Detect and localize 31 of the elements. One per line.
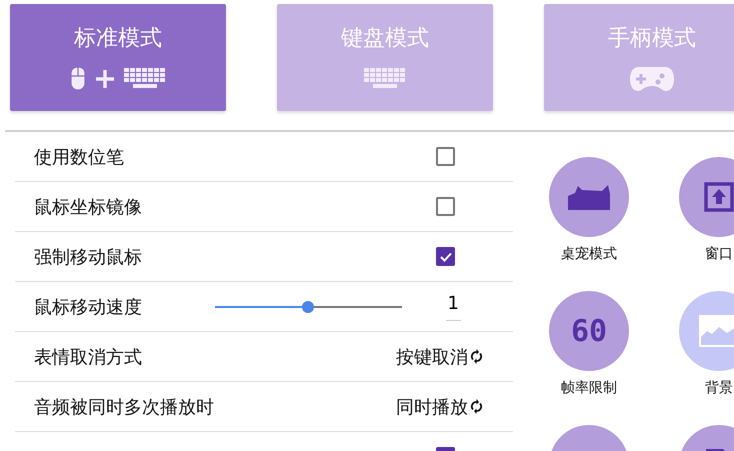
gamepad-icon	[629, 66, 675, 92]
number-field[interactable]: 1	[446, 292, 461, 320]
feature-label: 背景	[705, 379, 733, 397]
plus-icon	[94, 68, 116, 90]
mouse-icon	[70, 66, 86, 91]
keyboard-icon	[364, 68, 406, 90]
feature-label: 帧率限制	[561, 379, 617, 397]
setting-label: 音频被同时多次播放时	[34, 396, 214, 418]
keyboard-icon	[124, 68, 166, 90]
cycle-option-button[interactable]: 同时播放	[396, 394, 483, 418]
image-icon	[699, 315, 734, 347]
feature-label: 桌宠模式	[561, 245, 617, 263]
setting-label: 鼠标坐标镜像	[34, 196, 142, 218]
setting-label: 使用数位笔	[34, 146, 124, 168]
cycle-option-button[interactable]: 按键取消	[396, 344, 483, 368]
check-icon	[440, 252, 452, 262]
checkbox[interactable]	[436, 197, 455, 216]
window-arrow-up-icon	[704, 182, 734, 212]
refresh-icon	[470, 399, 483, 414]
slider-thumb[interactable]	[302, 300, 314, 312]
fps-icon: 60	[570, 314, 608, 348]
cat-silhouette-icon	[568, 184, 610, 210]
checkbox[interactable]	[436, 147, 455, 166]
setting-label: 表情取消方式	[34, 346, 142, 368]
setting-label: 强制移动鼠标	[34, 246, 142, 268]
feature-button[interactable]: 60	[549, 291, 629, 371]
checkbox[interactable]	[436, 247, 455, 266]
refresh-icon	[470, 349, 483, 364]
setting-label: 鼠标移动速度	[34, 296, 142, 318]
mode-tab[interactable]: 标准模式	[10, 4, 226, 111]
feature-label: 窗口	[705, 245, 733, 263]
